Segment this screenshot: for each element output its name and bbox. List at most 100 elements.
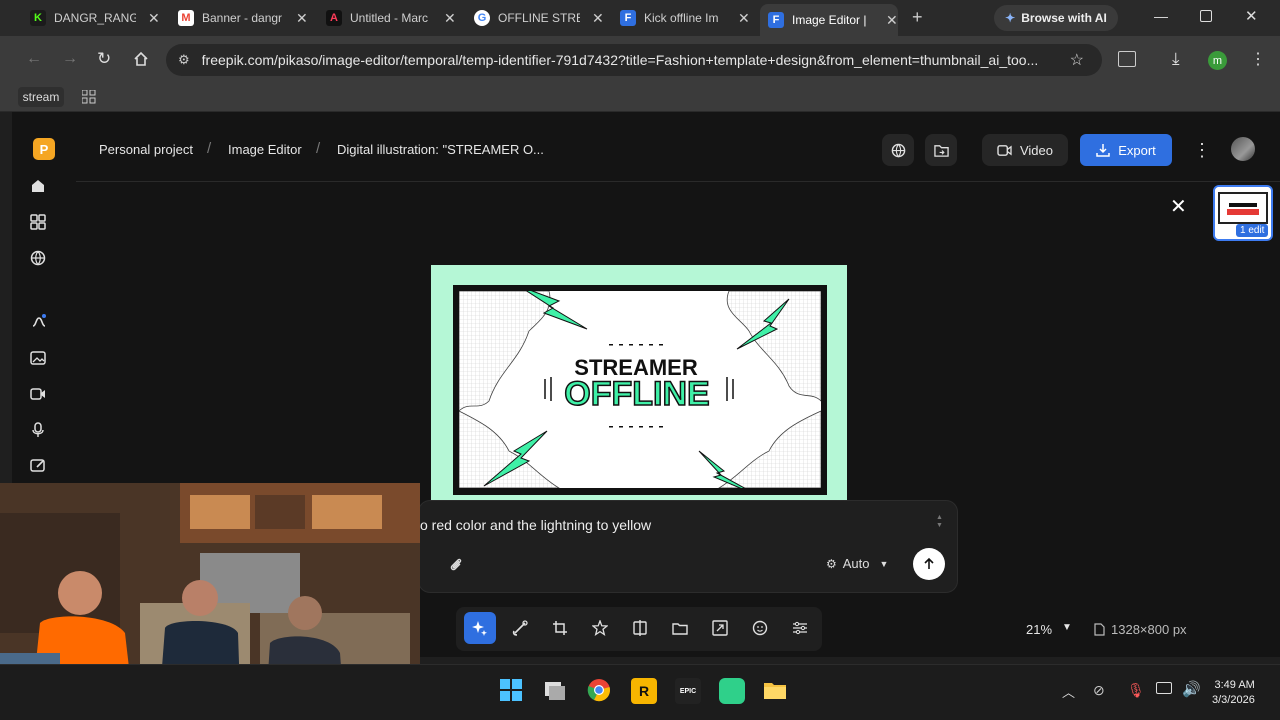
ai-tools-icon[interactable] <box>30 313 54 337</box>
close-icon[interactable]: ✕ <box>296 10 308 27</box>
close-icon[interactable]: ✕ <box>148 10 160 27</box>
streaming-app-icon[interactable] <box>719 678 745 704</box>
expand-tool[interactable] <box>704 612 736 644</box>
tab-kick[interactable]: K DANGR_RANGR ✕ <box>30 4 160 32</box>
home-icon[interactable] <box>30 178 54 202</box>
system-tray-chevron-icon[interactable]: ︿ <box>1062 682 1075 701</box>
tab-title: Untitled - Marc <box>350 11 429 25</box>
breadcrumb-image-editor[interactable]: Image Editor <box>228 142 302 157</box>
move-to-folder-button[interactable] <box>925 134 957 166</box>
apps-grid-icon[interactable] <box>82 90 96 104</box>
close-window-button[interactable]: ✕ <box>1245 7 1258 25</box>
scroll-arrows-icon[interactable]: ▲ ▼ <box>936 514 943 530</box>
retouch-tool[interactable] <box>584 612 616 644</box>
microphone-icon[interactable] <box>30 422 54 446</box>
project-logo[interactable]: P <box>33 138 55 160</box>
home-button[interactable] <box>133 51 149 67</box>
breadcrumb-project[interactable]: Personal project <box>99 142 193 157</box>
tab-image-editor[interactable]: F Image Editor | ✕ <box>760 4 898 36</box>
gear-icon: ⚙ <box>826 556 837 571</box>
breadcrumb-separator: / <box>316 140 321 157</box>
address-bar[interactable]: ⚙ freepik.com/pikaso/image-editor/tempor… <box>166 44 1102 76</box>
close-icon[interactable]: ✕ <box>444 10 456 27</box>
close-icon[interactable]: ✕ <box>592 10 604 27</box>
microphone-icon[interactable]: 🎙 <box>1127 682 1145 699</box>
send-button[interactable] <box>913 548 945 580</box>
file-explorer-icon[interactable] <box>763 678 789 704</box>
close-icon[interactable]: ✕ <box>1170 194 1187 219</box>
tab-gmail[interactable]: M Banner - dangr ✕ <box>178 4 308 32</box>
close-icon[interactable]: ✕ <box>738 10 750 27</box>
video-button[interactable]: Video <box>982 134 1068 166</box>
tab-title: Kick offline Im <box>644 11 719 25</box>
minimize-button[interactable]: — <box>1154 8 1168 24</box>
prompt-input[interactable]: o red color and the lightning to yellow <box>420 517 651 533</box>
breadcrumb-title[interactable]: Digital illustration: "STREAMER O... <box>337 142 544 157</box>
compare-icon <box>633 620 647 636</box>
zoom-select[interactable]: 21% ▼ <box>1026 622 1072 637</box>
canvas-title-line2: OFFLINE <box>564 375 709 413</box>
export-button[interactable]: Export <box>1080 134 1172 166</box>
volume-icon[interactable]: 🔊 <box>1182 680 1201 698</box>
image-generate-icon[interactable] <box>30 350 54 374</box>
bookmark-star-icon[interactable]: ☆ <box>1070 50 1084 70</box>
maximize-button[interactable] <box>1200 10 1212 22</box>
tab-title: DANGR_RANGR <box>54 11 136 25</box>
task-view-icon[interactable] <box>543 678 569 704</box>
tab-adobe[interactable]: A Untitled - Marc ✕ <box>326 4 456 32</box>
folder-icon <box>933 144 949 157</box>
canvas-image[interactable]: STREAMER OFFLINE <box>459 291 821 488</box>
browse-with-ai-button[interactable]: ✦ Browse with AI <box>994 5 1118 31</box>
face-tool[interactable] <box>744 612 776 644</box>
reload-button[interactable]: ↻ <box>97 49 111 69</box>
profile-avatar[interactable]: m <box>1208 51 1227 70</box>
display-icon[interactable] <box>1156 682 1172 694</box>
browser-toolbar: ← → ↻ ⚙ freepik.com/pikaso/image-editor/… <box>0 36 1280 84</box>
edit-image-icon[interactable] <box>30 457 54 481</box>
layers-tool[interactable] <box>664 612 696 644</box>
system-clock[interactable]: 3:49 AM 3/3/2026 <box>1212 678 1255 708</box>
export-label: Export <box>1118 142 1156 158</box>
ai-edit-tool[interactable] <box>464 612 496 644</box>
sliders-icon <box>793 621 807 635</box>
rockstar-launcher-icon[interactable]: R <box>631 678 657 704</box>
attach-button[interactable] <box>448 556 464 572</box>
cast-icon[interactable] <box>1118 51 1136 67</box>
freepik-icon: F <box>768 12 784 28</box>
windows-start-icon[interactable] <box>499 678 525 704</box>
tab-freepik-kick[interactable]: F Kick offline Im ✕ <box>620 4 750 32</box>
forward-button[interactable]: → <box>62 50 78 68</box>
crop-tool[interactable] <box>544 612 576 644</box>
brush-tool[interactable] <box>504 612 536 644</box>
globe-icon[interactable] <box>30 250 54 274</box>
user-avatar[interactable] <box>1231 137 1255 161</box>
video-generate-icon[interactable] <box>30 386 54 410</box>
clock-date: 3/3/2026 <box>1212 694 1255 706</box>
tab-google[interactable]: G OFFLINE STREA ✕ <box>474 4 604 32</box>
adjustments-tool[interactable] <box>784 612 816 644</box>
new-tab-button[interactable]: + <box>912 7 923 28</box>
chrome-icon[interactable] <box>587 678 613 704</box>
tab-title: OFFLINE STREA <box>498 11 580 25</box>
download-icon[interactable]: ⤓ <box>1172 49 1180 69</box>
browser-menu-icon[interactable]: ⋮ <box>1250 49 1266 69</box>
back-button[interactable]: ← <box>26 50 42 68</box>
site-info-icon[interactable]: ⚙ <box>178 52 190 68</box>
globe-icon <box>891 143 905 157</box>
split-compare-tool[interactable] <box>624 612 656 644</box>
zoom-value: 21% <box>1026 622 1053 637</box>
video-label: Video <box>1019 142 1053 158</box>
bookmark-stream[interactable]: stream <box>18 87 64 107</box>
edit-count-badge: 1 edit <box>1236 224 1269 237</box>
close-icon[interactable]: ✕ <box>886 12 898 29</box>
url-text[interactable]: freepik.com/pikaso/image-editor/temporal… <box>202 52 1062 68</box>
language-button[interactable] <box>882 134 914 166</box>
epic-games-icon[interactable]: EPIC <box>675 678 701 704</box>
tab-title: Banner - dangr <box>202 11 283 25</box>
freepik-icon: F <box>620 10 636 26</box>
network-off-icon[interactable]: ⊘ <box>1093 682 1105 699</box>
sparkle-icon: ✦ <box>1005 11 1016 25</box>
more-options-icon[interactable]: ⋮ <box>1193 140 1211 161</box>
dashboard-icon[interactable] <box>30 214 54 238</box>
mode-select[interactable]: ⚙ Auto ▼ <box>826 556 888 571</box>
